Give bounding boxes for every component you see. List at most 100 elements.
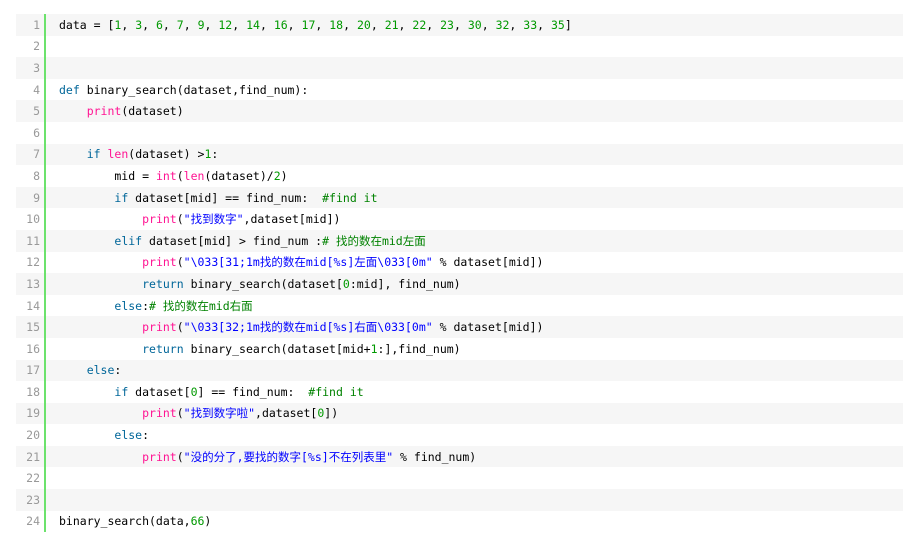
code-token: ]) [324, 406, 339, 421]
code-line: 24 binary_search(data,66) [16, 510, 903, 533]
code-line: 17 else: [16, 359, 903, 382]
code-token: , [453, 17, 468, 32]
code-token: print [142, 255, 177, 270]
code-line: 11 elif dataset[mid] > find_num :# 找的数在m… [16, 229, 903, 252]
code-token: 21 [384, 17, 399, 32]
code-token: "没的分了,要找的数字[%s]不在列表里" [183, 449, 394, 464]
code-token: 20 [356, 17, 371, 32]
code-token: 30 [467, 17, 482, 32]
code-token: int [155, 168, 177, 183]
code-token: , [481, 17, 496, 32]
code-line: 14 else:# 找的数在mid右面 [16, 294, 903, 317]
code-line: 19 print("找到数字啦",dataset[0]) [16, 402, 903, 425]
code-text: print(dataset) [46, 104, 903, 118]
code-token: print [142, 320, 177, 335]
code-line: 2 [16, 35, 903, 58]
code-token: len [183, 168, 205, 183]
line-number: 16 [16, 337, 46, 360]
code-token: , [204, 17, 219, 32]
code-token: 6 [155, 17, 163, 32]
code-token: 22 [412, 17, 427, 32]
code-token: : [114, 363, 122, 378]
code-token: "\033[32;1m找的数在mid[%s]右面\033[0m" [183, 320, 433, 335]
code-token: print [142, 406, 177, 421]
code-token: else [114, 298, 143, 313]
line-number: 17 [16, 359, 46, 382]
line-number: 11 [16, 229, 46, 252]
code-token: 35 [551, 17, 565, 32]
code-token: 12 [218, 17, 233, 32]
code-text: print("没的分了,要找的数字[%s]不在列表里" % find_num) [46, 449, 903, 465]
code-token: "找到数字啦" [183, 406, 256, 421]
code-token: print [142, 449, 177, 464]
code-token: 0 [342, 276, 350, 291]
line-number: 13 [16, 273, 46, 295]
code-line: 13 return binary_search(dataset[0:mid], … [16, 273, 903, 295]
code-text: data = [1, 3, 6, 7, 9, 12, 14, 16, 17, 1… [46, 18, 903, 32]
line-number: 6 [16, 121, 46, 144]
code-token: 0 [190, 384, 198, 399]
line-number: 14 [16, 294, 46, 317]
code-token: , [398, 17, 413, 32]
code-token: , [370, 17, 385, 32]
line-number: 21 [16, 445, 46, 468]
code-token: if [114, 384, 129, 399]
code-token: if [86, 147, 101, 162]
code-token: , [142, 17, 156, 32]
code-token: # 找的数在mid右面 [149, 298, 253, 313]
code-token: binary_search(dataset[ [183, 276, 343, 291]
code-token: 1 [370, 341, 378, 356]
code-token: ) [280, 168, 288, 183]
code-token: : [142, 428, 150, 443]
code-token: return [142, 341, 184, 356]
code-token: , [426, 17, 441, 32]
code-token: data = [ [59, 17, 115, 32]
code-token: print [86, 104, 122, 119]
code-text: else: [46, 428, 903, 442]
line-number: 24 [16, 510, 46, 533]
code-token: ( [176, 168, 184, 183]
code-token: 2 [273, 168, 281, 183]
code-token: , [315, 17, 330, 32]
code-line: 4 def binary_search(dataset,find_num): [16, 78, 903, 101]
code-line: 8 mid = int(len(dataset)/2) [16, 165, 903, 187]
code-token: #find it [308, 384, 364, 399]
code-text: elif dataset[mid] > find_num :# 找的数在mid左… [46, 233, 903, 249]
line-number: 3 [16, 57, 46, 79]
code-token: % find_num) [393, 449, 477, 464]
code-token: 14 [246, 17, 260, 32]
code-text: print("\033[31;1m找的数在mid[%s]左面\033[0m" %… [46, 254, 903, 270]
code-line: 9 if dataset[mid] == find_num: #find it [16, 186, 903, 209]
code-line: 1 data = [1, 3, 6, 7, 9, 12, 14, 16, 17, … [16, 14, 903, 36]
code-token: print [142, 212, 177, 227]
code-token: ] == find_num: [197, 384, 309, 399]
code-text: if len(dataset) >1: [46, 147, 903, 161]
code-text: if dataset[0] == find_num: #find it [46, 385, 903, 399]
code-token: 33 [523, 17, 538, 32]
code-token: : [142, 298, 150, 313]
code-text: return binary_search(dataset[mid+1:],fin… [46, 342, 903, 356]
line-number: 7 [16, 143, 46, 166]
code-token: (dataset) > [128, 147, 205, 162]
code-token: else [114, 428, 143, 443]
code-text: mid = int(len(dataset)/2) [46, 169, 903, 183]
code-line: 22 [16, 467, 903, 490]
code-token: ( [176, 212, 184, 227]
code-token: ( [176, 406, 184, 421]
code-token: dataset[ [128, 384, 191, 399]
code-token: % dataset[mid]) [432, 255, 544, 270]
code-text: return binary_search(dataset[0:mid], fin… [46, 277, 903, 291]
line-number: 20 [16, 424, 46, 446]
code-text: else: [46, 363, 903, 377]
line-number: 5 [16, 100, 46, 122]
code-line: 5 print(dataset) [16, 100, 903, 122]
code-text: if dataset[mid] == find_num: #find it [46, 191, 903, 205]
